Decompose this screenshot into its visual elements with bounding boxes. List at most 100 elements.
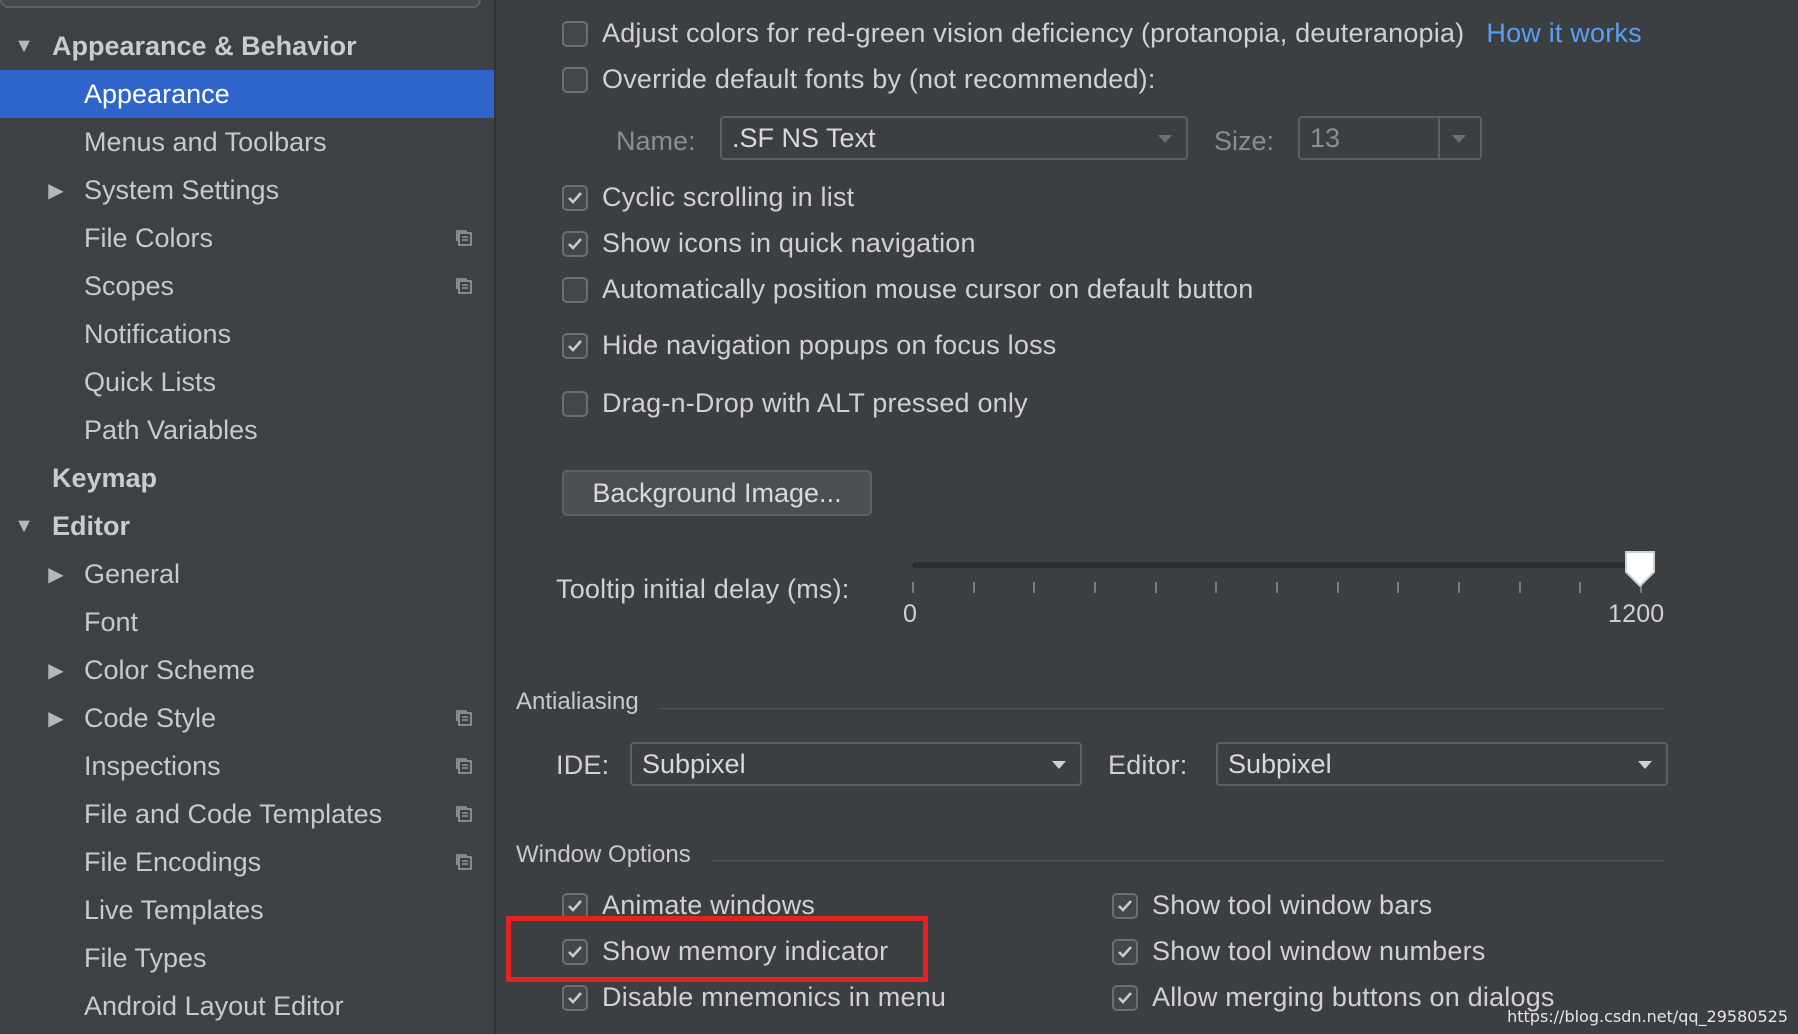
checkbox-checked[interactable] <box>1112 938 1138 965</box>
slider-min-label: 0 <box>903 600 918 628</box>
sidebar-item-quick-lists[interactable]: Quick Lists <box>0 358 494 406</box>
slider-tick <box>1397 582 1400 593</box>
checkbox-unchecked[interactable] <box>562 66 588 93</box>
show-tool-numbers-row: Show tool window numbers <box>1112 936 1485 967</box>
sidebar-item-font[interactable]: Font <box>0 598 494 646</box>
hide-nav-popups-row: Hide navigation popups on focus loss <box>562 330 1057 361</box>
sidebar-item-label: Appearance & Behavior <box>52 30 357 61</box>
expand-arrow-icon[interactable]: ▼ <box>12 515 36 538</box>
font-name-value: .SF NS Text <box>732 122 876 153</box>
project-copy-icon <box>456 278 472 294</box>
checkmark-icon <box>568 899 582 912</box>
sidebar-item-scopes[interactable]: Scopes <box>0 262 494 310</box>
sidebar-item-file-types[interactable]: File Types <box>0 934 494 982</box>
font-size-value: 13 <box>1310 122 1341 153</box>
tooltip-delay-label: Tooltip initial delay (ms): <box>556 574 850 604</box>
checkbox-unchecked[interactable] <box>562 20 588 47</box>
sidebar-item-file-encodings[interactable]: File Encodings <box>0 838 494 886</box>
font-size-label: Size: <box>1214 126 1275 156</box>
sidebar-item-path-variables[interactable]: Path Variables <box>0 406 494 454</box>
combo-divider <box>1438 118 1440 158</box>
hide-nav-popups-label: Hide navigation popups on focus loss <box>602 330 1057 360</box>
sidebar-item-label: File and Code Templates <box>84 798 383 829</box>
highlight-annotation-box <box>506 916 928 982</box>
section-separator <box>660 708 1664 709</box>
slider-tick <box>912 582 914 593</box>
sidebar-item-label: Keymap <box>52 462 158 493</box>
slider-tick <box>972 582 975 593</box>
font-size-combo[interactable]: 13 <box>1298 116 1482 160</box>
cyclic-scrolling-row: Cyclic scrolling in list <box>562 182 854 213</box>
adjust-colors-row: Adjust colors for red-green vision defic… <box>562 18 1642 49</box>
checkbox-checked[interactable] <box>562 184 588 211</box>
checkbox-unchecked[interactable] <box>562 276 588 303</box>
auto-mouse-label: Automatically position mouse cursor on d… <box>602 274 1254 304</box>
sidebar-item-file-colors[interactable]: File Colors <box>0 214 494 262</box>
search-field[interactable] <box>0 0 481 8</box>
expand-arrow-icon[interactable]: ▼ <box>12 35 36 58</box>
sidebar-item-label: Editor <box>52 510 130 541</box>
sidebar-item-editor[interactable]: ▼ Editor <box>0 502 494 550</box>
sidebar-item-appearance[interactable]: Appearance <box>0 70 494 118</box>
collapse-arrow-icon[interactable]: ▶ <box>44 562 68 587</box>
sidebar-item-color-scheme[interactable]: ▶ Color Scheme <box>0 646 494 694</box>
sidebar-item-label: Live Templates <box>84 894 264 925</box>
drag-n-drop-row: Drag-n-Drop with ALT pressed only <box>562 388 1028 419</box>
auto-mouse-row: Automatically position mouse cursor on d… <box>562 274 1253 305</box>
sidebar-item-general[interactable]: ▶ General <box>0 550 494 598</box>
sidebar-item-keymap[interactable]: Keymap <box>0 454 494 502</box>
sidebar-item-notifications[interactable]: Notifications <box>0 310 494 358</box>
checkmark-icon <box>568 991 582 1004</box>
slider-tick <box>1336 582 1339 593</box>
ide-antialiasing-value: Subpixel <box>642 748 746 779</box>
sidebar-item-label: File Types <box>84 942 207 973</box>
collapse-arrow-icon[interactable]: ▶ <box>44 706 68 731</box>
chevron-down-icon <box>1158 135 1172 143</box>
sidebar-item-label: Android Layout Editor <box>84 990 344 1021</box>
sidebar-item-appearance-behavior[interactable]: ▼ Appearance & Behavior <box>0 22 494 70</box>
sidebar-item-system-settings[interactable]: ▶ System Settings <box>0 166 494 214</box>
allow-merging-label: Allow merging buttons on dialogs <box>1152 982 1555 1012</box>
sidebar-item-android-layout-editor[interactable]: Android Layout Editor <box>0 982 494 1030</box>
slider-tick <box>1518 582 1521 593</box>
checkbox-checked[interactable] <box>562 332 588 359</box>
checkbox-checked[interactable] <box>1112 984 1138 1011</box>
checkbox-unchecked[interactable] <box>562 390 588 417</box>
checkmark-icon <box>568 191 582 204</box>
sidebar-item-label: Quick Lists <box>84 366 217 397</box>
tooltip-slider-track[interactable] <box>912 562 1640 568</box>
collapse-arrow-icon[interactable]: ▶ <box>44 658 68 683</box>
checkbox-checked[interactable] <box>562 892 588 919</box>
sidebar-item-label: Path Variables <box>84 414 258 445</box>
sidebar-item-inspections[interactable]: Inspections <box>0 742 494 790</box>
font-name-combo[interactable]: .SF NS Text <box>720 116 1188 160</box>
sidebar-item-label: Appearance <box>84 78 230 109</box>
sidebar-item-menus-toolbars[interactable]: Menus and Toolbars <box>0 118 494 166</box>
project-copy-icon <box>456 230 472 246</box>
slider-tick <box>1094 582 1096 593</box>
slider-thumb[interactable] <box>1624 550 1656 588</box>
chevron-down-icon <box>1052 761 1066 769</box>
show-tool-numbers-label: Show tool window numbers <box>1152 936 1486 966</box>
ide-antialiasing-select[interactable]: Subpixel <box>630 742 1082 786</box>
sidebar-item-file-code-templates[interactable]: File and Code Templates <box>0 790 494 838</box>
sidebar-item-code-style[interactable]: ▶ Code Style <box>0 694 494 742</box>
allow-merging-row: Allow merging buttons on dialogs <box>1112 982 1555 1013</box>
checkmark-icon <box>1118 991 1132 1004</box>
show-icons-nav-label: Show icons in quick navigation <box>602 228 976 258</box>
checkmark-icon <box>568 339 582 352</box>
slider-tick <box>1154 582 1157 593</box>
project-copy-icon <box>456 854 472 870</box>
collapse-arrow-icon[interactable]: ▶ <box>44 178 68 203</box>
sidebar-item-label: Color Scheme <box>84 654 256 685</box>
background-image-button[interactable]: Background Image... <box>562 470 872 516</box>
how-it-works-link[interactable]: How it works <box>1486 18 1641 49</box>
checkbox-checked[interactable] <box>562 984 588 1011</box>
adjust-colors-label: Adjust colors for red-green vision defic… <box>602 18 1465 48</box>
checkbox-checked[interactable] <box>562 230 588 257</box>
sidebar-item-label: Inspections <box>84 750 221 781</box>
disable-mnemonics-label: Disable mnemonics in menu <box>602 982 947 1012</box>
checkbox-checked[interactable] <box>1112 892 1138 919</box>
editor-antialiasing-select[interactable]: Subpixel <box>1216 742 1668 786</box>
sidebar-item-live-templates[interactable]: Live Templates <box>0 886 494 934</box>
